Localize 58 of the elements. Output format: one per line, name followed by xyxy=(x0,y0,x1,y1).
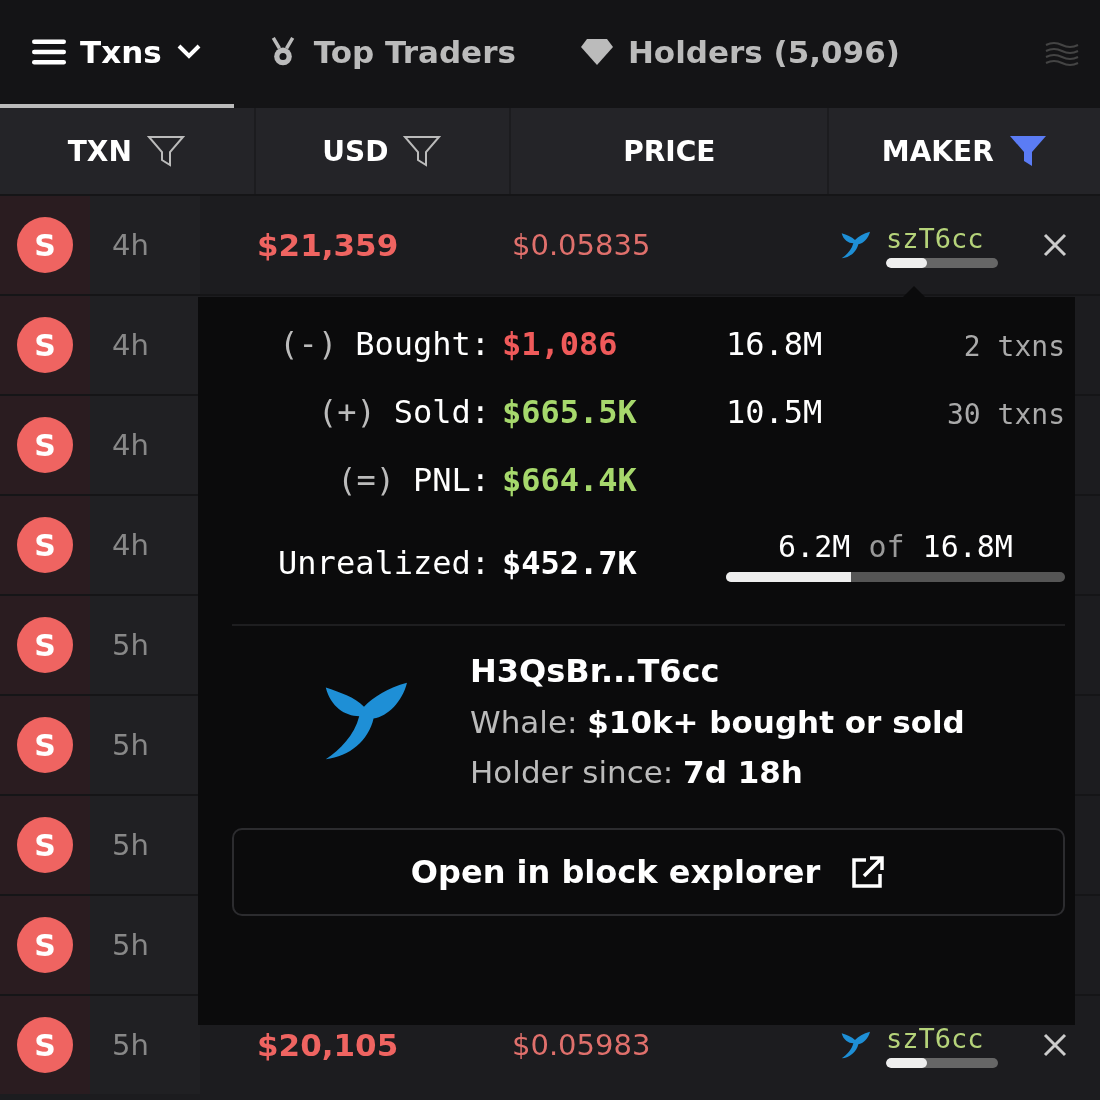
usd-amount: $20,105 xyxy=(257,1027,399,1063)
column-header: PRICE xyxy=(623,134,716,168)
sell-badge: S xyxy=(17,417,73,473)
sign-label: (+) xyxy=(317,393,376,431)
usd-amount: $21,359 xyxy=(257,227,399,263)
sell-badge: S xyxy=(17,817,73,873)
stat-value: $665.5K xyxy=(502,393,638,431)
filter-icon[interactable] xyxy=(402,134,443,168)
age-cell: 5h xyxy=(90,796,200,894)
stat-label: PNL: xyxy=(412,461,490,499)
stat-label: Unrealized: xyxy=(278,544,490,582)
sell-badge: S xyxy=(17,717,73,773)
holding-text: 6.2M of 16.8M xyxy=(778,529,1013,564)
column-header: USD xyxy=(322,134,389,168)
wallet-address: H3QsBr...T6cc xyxy=(470,652,721,690)
age-cell: 4h xyxy=(90,296,200,394)
price-value: $0.05835 xyxy=(512,228,651,262)
age-cell: 4h xyxy=(90,496,200,594)
token-amount: 10.5M xyxy=(726,393,824,431)
stat-label: Sold: xyxy=(393,393,490,431)
age-cell: 5h xyxy=(90,896,200,994)
age-cell: 5h xyxy=(90,596,200,694)
sell-badge: S xyxy=(17,917,73,973)
info-line: Whale: $10k+ bought or sold xyxy=(470,704,965,740)
sell-badge: S xyxy=(17,317,73,373)
close-icon[interactable] xyxy=(1042,1032,1068,1058)
sign-label: (-) xyxy=(279,325,338,363)
maker-link[interactable]: szT6cc xyxy=(886,1022,998,1054)
age-cell: 5h xyxy=(90,696,200,794)
menu-icon xyxy=(32,37,66,67)
stat-value: $452.7K xyxy=(502,544,638,582)
info-line: Holder since: 7d 18h xyxy=(470,754,804,790)
stat-value: $664.4K xyxy=(502,461,638,499)
txn-count: 30 txns xyxy=(947,398,1065,431)
token-amount: 16.8M xyxy=(726,325,824,363)
maker-link[interactable]: szT6cc xyxy=(886,222,998,254)
sell-badge: S xyxy=(17,517,73,573)
external-link-icon xyxy=(850,854,887,890)
txn-count: 2 txns xyxy=(963,330,1065,363)
tab[interactable]: Holders (5,096) xyxy=(547,0,932,108)
filter-icon[interactable] xyxy=(145,134,186,168)
close-icon[interactable] xyxy=(1042,232,1068,258)
column-header: TXN xyxy=(67,134,132,168)
stat-value: $1,086 xyxy=(502,325,619,363)
diamond-icon xyxy=(579,37,614,67)
sign-label: (=) xyxy=(337,461,395,499)
column-header: MAKER xyxy=(881,134,994,168)
sell-badge: S xyxy=(17,617,73,673)
sell-badge: S xyxy=(17,217,73,273)
block-explorer-button[interactable]: Open in block explorer xyxy=(232,828,1065,916)
sell-badge: S xyxy=(17,1017,73,1073)
age-cell: 5h xyxy=(90,996,200,1094)
age-cell: 4h xyxy=(90,396,200,494)
tab[interactable]: Top Traders xyxy=(233,0,548,108)
age-cell: 4h xyxy=(90,196,200,294)
filter-icon[interactable] xyxy=(1007,134,1048,168)
stat-label: Bought: xyxy=(355,325,490,363)
price-value: $0.05983 xyxy=(512,1028,651,1062)
